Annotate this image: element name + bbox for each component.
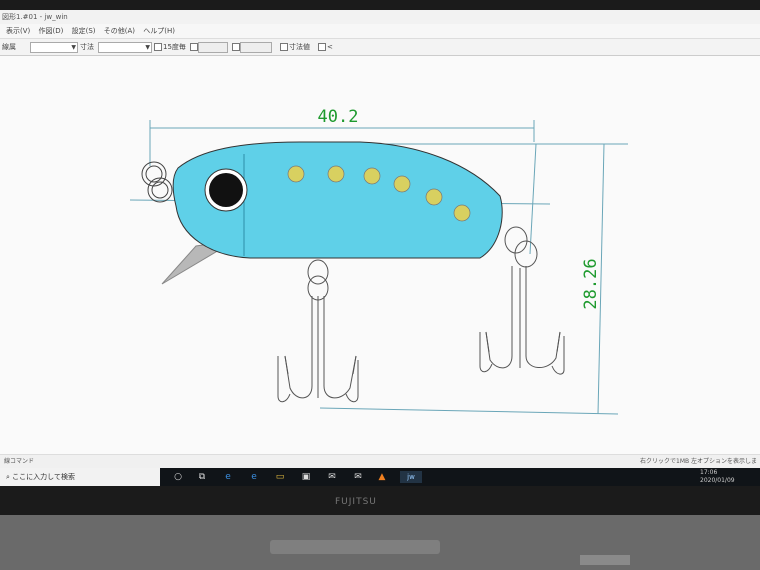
- layer-combo[interactable]: ▼: [30, 42, 78, 53]
- menu-item-view[interactable]: 表示(V): [6, 27, 30, 35]
- search-icon: ⌕: [6, 473, 10, 481]
- status-bar: 線コマンド 右クリックで1MB 左オプションを表示します: [0, 454, 760, 479]
- menu-bar: 表示(V) 作図(D) 設定(S) その他(A) ヘルプ(H): [0, 24, 760, 39]
- dim-ext-bottom: [319, 407, 619, 415]
- dim-ext-mid: [529, 143, 537, 255]
- chin-pad: [580, 555, 630, 565]
- edge-icon[interactable]: e: [222, 471, 234, 483]
- front-treble-hook: [277, 259, 359, 403]
- layer-label: 線属: [2, 43, 16, 51]
- drawing-canvas[interactable]: 40.2 28.26: [0, 56, 760, 454]
- size-combo[interactable]: ▼: [98, 42, 152, 53]
- taskbar-time: 17:06: [700, 469, 718, 476]
- dim-height-text: 28.26: [581, 258, 601, 309]
- ie-icon[interactable]: e: [248, 471, 260, 483]
- chevron-down-icon: ▼: [71, 44, 76, 51]
- menu-item-draw[interactable]: 作図(D): [39, 27, 64, 35]
- circle-combo[interactable]: [198, 42, 228, 53]
- taskbar-search[interactable]: ⌕ ここに入力して検索: [0, 468, 160, 486]
- front-line-eye: [141, 161, 173, 203]
- chin-button-bar: [270, 540, 440, 554]
- toolbar: 線属 ▼ 寸法 ▼ 15度毎 寸法値 <: [0, 39, 760, 56]
- disabled-combo[interactable]: [240, 42, 272, 53]
- size-label: 寸法: [80, 43, 94, 51]
- taskbar-date: 2020/01/09: [700, 477, 735, 484]
- vlc-icon[interactable]: ▲: [376, 471, 388, 483]
- jw-icon[interactable]: jw: [400, 471, 422, 483]
- dim-width-text: 40.2: [318, 107, 359, 127]
- brand-logo: FUJITSU: [335, 497, 377, 507]
- rear-treble-hook: [479, 226, 565, 375]
- lure-eye-pupil: [209, 173, 243, 207]
- task-view-icon[interactable]: ⧉: [196, 471, 208, 483]
- menu-item-settings[interactable]: 設定(S): [72, 27, 96, 35]
- monitor-frame: 図形1.#01 - jw_win 表示(V) 作図(D) 設定(S) その他(A…: [0, 0, 760, 570]
- check-15deg-label: 15度毎: [163, 43, 186, 51]
- mail-icon[interactable]: ✉: [326, 471, 338, 483]
- lure-drawing: 40.2 28.26: [129, 107, 628, 415]
- check-disabled[interactable]: [232, 43, 240, 51]
- title-bar: 図形1.#01 - jw_win: [0, 10, 760, 24]
- check-arrow[interactable]: [318, 43, 326, 51]
- check-size-value-label: 寸法値: [289, 43, 310, 51]
- check-15deg[interactable]: [154, 43, 162, 51]
- taskbar: ⌕ ここに入力して検索 ○ ⧉ e e ▭ ▣ ✉ ✉ ▲ jw 17:06 2…: [0, 468, 760, 486]
- search-placeholder: ここに入力して検索: [12, 473, 75, 481]
- check-arrow-label: <: [327, 43, 333, 51]
- screen: 図形1.#01 - jw_win 表示(V) 作図(D) 設定(S) その他(A…: [0, 10, 760, 486]
- window-title: 図形1.#01 - jw_win: [2, 13, 68, 21]
- status-left-text: 線コマンド: [4, 458, 35, 465]
- check-circle[interactable]: [190, 43, 198, 51]
- menu-item-help[interactable]: ヘルプ(H): [143, 27, 175, 35]
- folder-icon[interactable]: ▭: [274, 471, 286, 483]
- mail-icon[interactable]: ✉: [352, 471, 364, 483]
- store-icon[interactable]: ▣: [300, 471, 312, 483]
- menu-item-other[interactable]: その他(A): [104, 27, 135, 35]
- chevron-down-icon: ▼: [145, 44, 150, 51]
- circle-icon[interactable]: ○: [172, 471, 184, 483]
- check-size-value[interactable]: [280, 43, 288, 51]
